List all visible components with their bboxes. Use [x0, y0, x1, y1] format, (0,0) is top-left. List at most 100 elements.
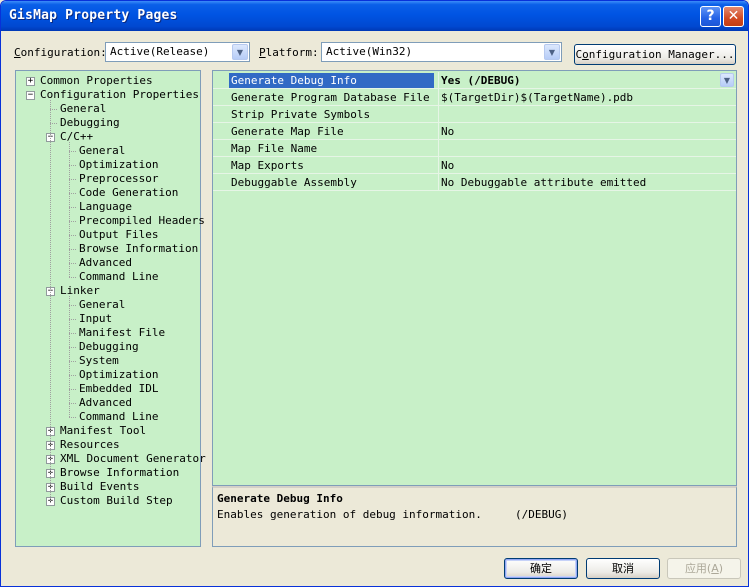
help-button[interactable]: ? [700, 6, 721, 27]
tree-connector [69, 305, 76, 306]
tree-connector [69, 389, 76, 390]
tree-connector [50, 109, 57, 110]
chevron-down-icon[interactable]: ▼ [232, 44, 248, 60]
property-name[interactable]: Strip Private Symbols [229, 108, 434, 123]
tree-connector [69, 417, 76, 418]
property-tree[interactable]: + Common Properties − Configuration Propert… [15, 70, 206, 547]
expand-icon[interactable]: + [26, 77, 35, 86]
platform-label: Platform: [259, 46, 319, 59]
tree-connector [69, 277, 76, 278]
configuration-value: Active(Release) [110, 45, 210, 58]
property-value[interactable]: Yes (/DEBUG) ▼ [438, 72, 736, 88]
tree-item[interactable]: Debugging [79, 340, 139, 354]
tree-guide-line [69, 296, 70, 417]
description-title: Generate Debug Info [217, 492, 343, 505]
tree-connector [69, 179, 76, 180]
tree-item[interactable]: Precompiled Headers [79, 214, 205, 228]
property-value[interactable]: No [438, 157, 736, 173]
property-value[interactable]: No [438, 123, 736, 139]
property-row[interactable]: Generate Program Database File $(TargetDi… [213, 89, 736, 106]
property-pages-window: GisMap Property Pages ? ✕ Configuration:… [0, 0, 749, 587]
tree-guide-line [69, 142, 70, 277]
property-name[interactable]: Generate Program Database File [229, 91, 434, 106]
property-name[interactable]: Debuggable Assembly [229, 176, 434, 191]
tree-item[interactable]: General [60, 102, 106, 116]
tree-item[interactable]: Output Files [79, 228, 158, 242]
description-text: Enables generation of debug information.… [217, 508, 568, 521]
tree-item[interactable]: Optimization [79, 368, 158, 382]
tree-connector [69, 375, 76, 376]
description-pane: Generate Debug Info Enables generation o… [212, 486, 737, 547]
tree-item[interactable]: Browse Information [79, 242, 198, 256]
tree-item[interactable]: Preprocessor [79, 172, 158, 186]
tree-guide-line [50, 100, 51, 501]
tree-item[interactable]: Browse Information [60, 466, 179, 480]
tree-item[interactable]: Embedded IDL [79, 382, 158, 396]
property-name[interactable]: Generate Map File [229, 125, 434, 140]
property-row[interactable]: Strip Private Symbols [213, 106, 736, 123]
property-value-text: No [441, 125, 455, 138]
tree-item[interactable]: Command Line [79, 410, 158, 424]
close-button[interactable]: ✕ [723, 6, 744, 27]
tree-item[interactable]: XML Document Generator [60, 452, 206, 466]
tree-connector [50, 123, 57, 124]
tree-item[interactable]: Build Events [60, 480, 139, 494]
tree-connector [69, 263, 76, 264]
property-row[interactable]: Generate Debug Info Yes (/DEBUG) ▼ [213, 72, 736, 89]
property-value[interactable]: No Debuggable attribute emitted [438, 174, 736, 190]
configuration-combo[interactable]: Active(Release) ▼ [105, 42, 250, 62]
tree-item[interactable]: General [79, 144, 125, 158]
tree-item[interactable]: Input [79, 312, 112, 326]
tree-item[interactable]: Manifest Tool [60, 424, 146, 438]
tree-item[interactable]: Language [79, 200, 132, 214]
apply-button[interactable]: 应用(A) [667, 558, 741, 579]
tree-item[interactable]: Debugging [60, 116, 120, 130]
help-icon: ? [706, 8, 715, 24]
window-title: GisMap Property Pages [9, 8, 178, 23]
property-row[interactable]: Map File Name [213, 140, 736, 157]
cancel-button[interactable]: 取消 [586, 558, 660, 579]
tree-item[interactable]: C/C++ [60, 130, 93, 144]
chevron-down-icon[interactable]: ▼ [720, 73, 734, 87]
property-grid[interactable]: Generate Debug Info Yes (/DEBUG) ▼ Generate… [212, 70, 737, 486]
tree-item[interactable]: Advanced [79, 396, 132, 410]
tree-item[interactable]: Resources [60, 438, 120, 452]
tree-connector [69, 165, 76, 166]
property-name[interactable]: Map File Name [229, 142, 434, 157]
tree-item[interactable]: Manifest File [79, 326, 165, 340]
property-value-text: No Debuggable attribute emitted [441, 176, 647, 189]
property-row[interactable]: Debuggable Assembly No Debuggable attribu… [213, 174, 736, 191]
tree-item[interactable]: System [79, 354, 119, 368]
property-row[interactable]: Generate Map File No [213, 123, 736, 140]
property-name[interactable]: Generate Debug Info [229, 73, 434, 88]
tree-connector [69, 319, 76, 320]
platform-value: Active(Win32) [326, 45, 413, 58]
tree-item[interactable]: Linker [60, 284, 100, 298]
property-value[interactable]: $(TargetDir)$(TargetName).pdb [438, 89, 736, 105]
tree-connector [69, 193, 76, 194]
property-value-text: $(TargetDir)$(TargetName).pdb [441, 91, 634, 104]
tree-item[interactable]: Code Generation [79, 186, 178, 200]
tree-item[interactable]: Configuration Properties [40, 88, 199, 102]
tree-connector [69, 207, 76, 208]
tree-connector [69, 249, 76, 250]
tree-item[interactable]: Optimization [79, 158, 158, 172]
tree-item[interactable]: Command Line [79, 270, 158, 284]
tree-item[interactable]: Advanced [79, 256, 132, 270]
property-value[interactable] [438, 140, 736, 156]
property-name[interactable]: Map Exports [229, 159, 434, 174]
collapse-icon[interactable]: − [26, 91, 35, 100]
tree-item[interactable]: Common Properties [40, 74, 153, 88]
ok-button[interactable]: 确定 [504, 558, 578, 579]
tree-item[interactable]: General [79, 298, 125, 312]
property-value[interactable] [438, 106, 736, 122]
tree-item[interactable]: Custom Build Step [60, 494, 173, 508]
tree-connector [69, 221, 76, 222]
property-row[interactable]: Map Exports No [213, 157, 736, 174]
configuration-label: Configuration: [14, 46, 107, 59]
title-bar[interactable]: GisMap Property Pages ? ✕ [1, 1, 748, 31]
platform-combo[interactable]: Active(Win32) ▼ [321, 42, 562, 62]
chevron-down-icon[interactable]: ▼ [544, 44, 560, 60]
tree-connector [69, 361, 76, 362]
configuration-manager-button[interactable]: Configuration Manager... [574, 44, 736, 65]
